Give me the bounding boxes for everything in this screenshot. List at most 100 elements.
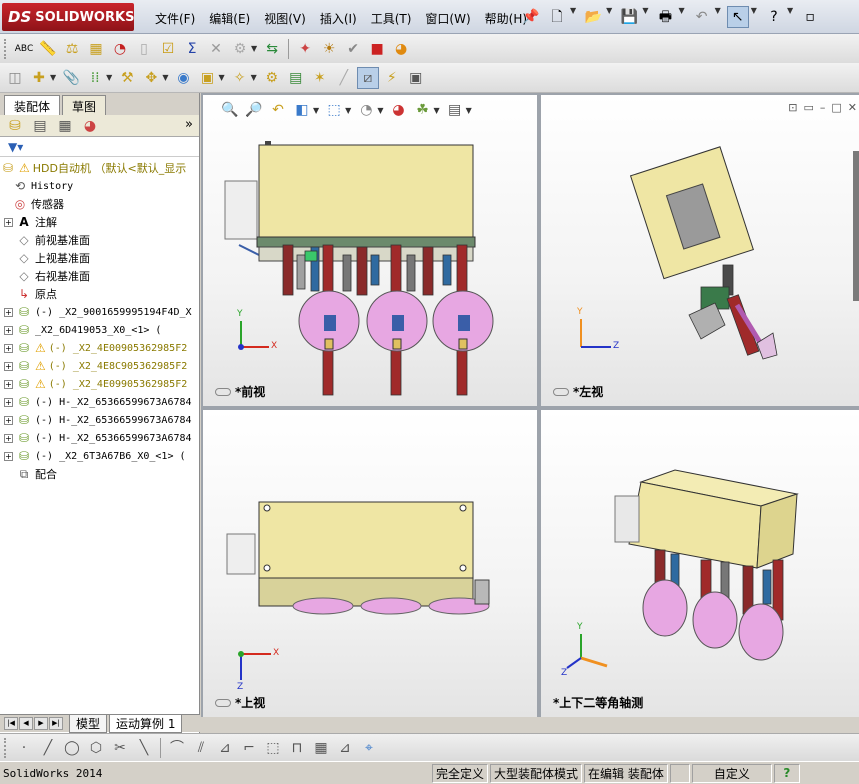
centerline-icon[interactable]: ╲ [133,737,155,759]
viewport-label-left[interactable]: *左视 [553,383,603,400]
tree-item-origin[interactable]: ↳ 原点 [0,285,199,303]
linear-sketch-pattern-icon[interactable]: ⊓ [286,737,308,759]
expand-chevron-icon[interactable]: » [185,117,193,132]
tree-component[interactable]: + ⛁ (-) H-_X2_65366599673A6784 [0,429,199,447]
expand-toggle[interactable]: + [4,397,13,407]
property-manager-icon[interactable]: ▤ [29,115,51,137]
link-views-icon[interactable] [215,698,231,707]
grid-icon[interactable]: ▦ [310,737,332,759]
tree-root-assembly[interactable]: ⛁ ⚠ HDD自动机 （默认<默认_显示 [0,159,199,177]
line-icon[interactable]: ╱ [37,737,59,759]
expand-toggle[interactable]: + [4,217,13,227]
relations-icon[interactable]: ⊿ [334,737,356,759]
right-side-bar[interactable] [853,151,859,301]
equations-icon[interactable]: Σ [181,38,203,60]
point-icon[interactable]: · [13,737,35,759]
link-views-icon[interactable] [215,387,231,396]
menu-file[interactable]: 文件(F) [148,8,202,29]
solidworks-logo[interactable]: DS SOLIDWORKS [2,3,134,31]
status-mode[interactable]: 大型装配体模式 [490,763,583,783]
mass-properties-icon[interactable]: ⚖ [61,38,83,60]
expand-toggle[interactable]: + [4,415,13,425]
filter-icon[interactable]: ▼▾ [8,140,23,154]
menu-view[interactable]: 视图(V) [257,8,313,29]
viewport-label-front[interactable]: *前视 [215,383,265,400]
snapshot-icon[interactable]: ▣ [405,67,427,89]
print-icon[interactable]: 🖶 [654,6,676,28]
menu-insert[interactable]: 插入(I) [313,8,364,29]
reference-geometry-icon[interactable]: ✧ [229,67,251,89]
circle-icon[interactable]: ◯ [61,737,83,759]
mirror-icon[interactable]: ⊿ [214,737,236,759]
viewport-left[interactable]: ⊡ ▭ – □ ✕ Y Z *左视 [541,95,859,406]
help-icon[interactable]: ? [763,6,785,28]
compare-icon[interactable]: ⇆ [261,38,283,60]
tree-item-sensors[interactable]: ◎ 传感器 [0,195,199,213]
open-icon[interactable]: 📂 [582,6,604,28]
color-icon[interactable]: ◕ [390,38,412,60]
quick-snaps-icon[interactable]: ⌖ [358,737,380,759]
tree-item-front-plane[interactable]: ◇ 前视基准面 [0,231,199,249]
viewport-label-top[interactable]: *上视 [215,694,265,711]
check-icon[interactable]: ☑ [157,38,179,60]
options-icon[interactable]: ▫ [799,6,821,28]
feature-tree-icon[interactable]: ⛁ [4,115,26,137]
menu-edit[interactable]: 编辑(E) [202,8,257,29]
section-properties-icon[interactable]: ▦ [85,38,107,60]
physics-icon[interactable]: ☀ [318,38,340,60]
expand-toggle[interactable]: + [4,325,13,335]
exploded-view-icon[interactable]: ✶ [309,67,331,89]
smart-fasteners-icon[interactable]: ⚒ [116,67,138,89]
toolbar-grip[interactable] [4,737,8,758]
tree-component[interactable]: + ⛁ _X2_6D419053_X0_<1> ( [0,321,199,339]
menu-tools[interactable]: 工具(T) [364,8,419,29]
insert-component-icon[interactable]: ◫ [4,67,26,89]
tab-sketch[interactable]: 草图 [62,95,107,115]
link-views-icon[interactable] [553,387,569,396]
tree-component[interactable]: + ⛁ (-) H-_X2_65366599673A6784 [0,393,199,411]
tree-component[interactable]: + ⛁ ⚠ (-) _X2_4E8C905362985F2 [0,357,199,375]
motion-icon[interactable]: ✦ [294,38,316,60]
trim-icon[interactable]: ✂ [109,737,131,759]
menu-window[interactable]: 窗口(W) [418,8,477,29]
corner-rectangle-icon[interactable]: ⬚ [262,737,284,759]
measure-icon[interactable]: 📏 [37,38,59,60]
viewport-dimetric[interactable]: Y Z *上下二等角轴测 [541,410,859,717]
linear-pattern-icon[interactable]: ⁞⁞ [84,67,106,89]
tree-item-top-plane[interactable]: ◇ 上视基准面 [0,249,199,267]
fillet-icon[interactable]: ⌒ [166,737,188,759]
tree-item-history[interactable]: ⟲ History [0,177,199,195]
update-speedpak-icon[interactable]: ⚡ [381,67,403,89]
status-units[interactable]: 自定义 [691,763,772,783]
configuration-manager-icon[interactable]: ▦ [54,115,76,137]
move-component-icon[interactable]: ✥ [140,67,162,89]
tree-component[interactable]: + ⛁ (-) H-_X2_65366599673A6784 [0,411,199,429]
first-tab-icon[interactable]: |◀ [4,717,18,730]
mate-icon[interactable]: 📎 [60,67,82,89]
performance-icon[interactable]: ◔ [109,38,131,60]
expand-toggle[interactable]: + [4,361,13,371]
spell-check-icon[interactable]: ABC [13,38,35,60]
prev-tab-icon[interactable]: ◀ [19,717,33,730]
tree-component[interactable]: + ⛁ ⚠ (-) _X2_4E09905362985F2 [0,375,199,393]
expand-toggle[interactable]: + [4,343,13,353]
viewport-front[interactable]: 🔍 🔎 ↶ ◧ ▼ ⬚ ▼ ◔ ▼ ◕ ☘ ▼ ▤ ▼ Y X *前视 [203,95,537,406]
new-part-icon[interactable]: ✚ [28,67,50,89]
show-hidden-icon[interactable]: ◉ [172,67,194,89]
tab-motion-study[interactable]: 运动算例 1 [109,714,183,733]
undo-icon[interactable]: ↶ [691,6,713,28]
expand-toggle[interactable]: + [4,307,13,317]
expand-toggle[interactable]: + [4,379,13,389]
tree-component[interactable]: + ⛁ ⚠ (-) _X2_4E00905362985F2 [0,339,199,357]
tree-item-mates[interactable]: ⧉ 配合 [0,465,199,483]
pin-icon[interactable]: 📌 [520,6,542,28]
new-motion-study-icon[interactable]: ⚙ [261,67,283,89]
instant3d-icon[interactable]: ⧄ [356,66,379,89]
new-doc-icon[interactable]: 🗋 [546,6,568,28]
toolbar-grip[interactable] [4,38,8,59]
select-icon[interactable]: ↖ [726,6,749,28]
explode-line-icon[interactable]: ╱ [333,67,355,89]
tab-model[interactable]: 模型 [69,714,108,733]
tab-assembly[interactable]: 装配体 [4,95,61,115]
tree-item-annotations[interactable]: + A 注解 [0,213,199,231]
